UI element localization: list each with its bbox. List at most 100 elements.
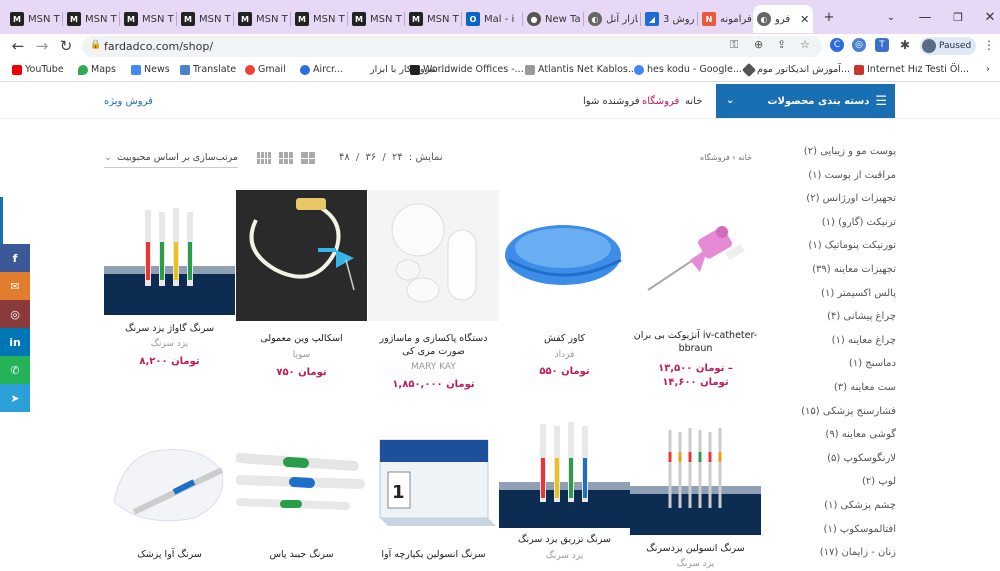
product-image-ava-box[interactable]: 1 xyxy=(368,432,499,544)
sidebar-category[interactable]: تجهیزات اورژانس (۲) xyxy=(756,193,896,217)
product-card[interactable]: سرنگ آوا پزشک xyxy=(104,432,235,568)
product-name[interactable]: کاور کفش xyxy=(499,332,630,345)
sidebar-category[interactable]: مراقبت از پوست (۱) xyxy=(756,170,896,194)
sort-select[interactable]: ⌄ مرتب‌سازی بر اساس محبوبیت xyxy=(104,148,238,168)
tab-10[interactable]: ◐ بازار آنل xyxy=(584,5,638,33)
profile-paused-button[interactable]: Paused xyxy=(920,37,976,55)
sidebar-category[interactable]: چراغ پیشانی (۴) xyxy=(756,311,896,335)
bookmark-atlantis[interactable]: Atlantis Net Kablos... xyxy=(525,64,637,75)
tab-13-active[interactable]: ◐ فرو ✕ xyxy=(753,5,813,33)
product-card[interactable]: کاور کفش فرداد ۵۵۰ تومان xyxy=(499,190,630,390)
tab-11[interactable]: ◢ 3 روش xyxy=(641,5,695,33)
product-name[interactable]: سرنگ انسولین یزدسرنگ xyxy=(630,542,761,555)
product-image-face-massager[interactable] xyxy=(368,190,499,321)
product-image-scalp-vein[interactable] xyxy=(236,190,367,321)
sidebar-category[interactable]: ترنیکت (گارو) (۱) xyxy=(756,217,896,241)
bookmark-translate[interactable]: Translate xyxy=(180,64,236,75)
bookmark-gmail[interactable]: Gmail xyxy=(245,64,286,75)
tab-0[interactable]: M MSN T xyxy=(6,5,60,33)
sidebar-category[interactable]: فشارسنج پزشکی (۱۵) xyxy=(756,406,896,430)
nav-become-seller[interactable]: فروشنده شوا xyxy=(583,96,640,107)
lock-icon[interactable]: 🔒 xyxy=(90,40,101,50)
product-card[interactable]: سرنگ جیبد پاس xyxy=(236,432,367,568)
side-tab[interactable] xyxy=(0,197,3,245)
sidebar-category[interactable]: پوست مو و زیبایی (۲) xyxy=(756,146,896,170)
whatsapp-icon[interactable]: ✆ xyxy=(0,356,30,384)
new-tab-button[interactable]: + xyxy=(814,6,844,28)
bookmark-indicator-tutorial[interactable]: آموزش اندیکاتور موم... xyxy=(741,62,850,77)
reload-icon[interactable]: ↻ xyxy=(56,36,76,56)
nav-home[interactable]: خانه xyxy=(685,96,702,107)
product-card[interactable]: 1 سرنگ انسولین یکپارچه آوا xyxy=(368,432,499,568)
tab-12[interactable]: N فرامونه xyxy=(698,5,752,33)
sidebar-category[interactable]: گوشی معاینه (۹) xyxy=(756,429,896,453)
linkedin-icon[interactable]: in xyxy=(0,328,30,356)
sidebar-category[interactable]: دماسنج (۱) xyxy=(756,358,896,382)
address-bar[interactable]: 🔒 fardadco.com/shop/ ⚿ ⊕ ⇪ ☆ xyxy=(82,36,822,57)
product-card[interactable]: اسکالپ وین معمولی سوپا ۷۵۰ تومان xyxy=(236,190,367,390)
bookmark-speed-test[interactable]: Internet Hız Testi Öl... xyxy=(854,64,969,75)
product-card[interactable]: آنژیوکت بی بران iv-catheter-bbraun ۱۳,۵۰… xyxy=(630,190,761,405)
grid-3-icon[interactable] xyxy=(279,152,293,164)
maximize-button[interactable]: ❐ xyxy=(943,6,973,28)
tab-7[interactable]: M MSN T xyxy=(405,5,459,33)
minimize-button[interactable]: — xyxy=(910,6,940,28)
bookmark-hes-kodu[interactable]: hes kodu - Google... xyxy=(634,64,742,75)
product-image-syringe-stand[interactable] xyxy=(499,418,630,528)
close-window-button[interactable]: ✕ xyxy=(975,6,1000,28)
product-image-shoe-cover[interactable] xyxy=(499,190,630,321)
instagram-icon[interactable]: ◎ xyxy=(0,300,30,328)
per-page-48[interactable]: ۴۸ xyxy=(339,152,350,163)
sidebar-category[interactable]: لوپ (۲) xyxy=(756,476,896,500)
bookmark-maps[interactable]: Maps xyxy=(78,64,116,75)
special-sale-link[interactable]: فروش ویژه xyxy=(104,96,153,107)
tab-1[interactable]: M MSN T xyxy=(63,5,117,33)
product-image-loose-syringes[interactable] xyxy=(236,432,367,544)
key-icon[interactable]: ⚿ xyxy=(730,38,738,52)
close-icon[interactable]: ✕ xyxy=(800,13,809,26)
sidebar-category[interactable]: افتالموسکوپ (۱) xyxy=(756,524,896,548)
product-name[interactable]: اسکالپ وین معمولی xyxy=(236,332,367,345)
extension-translate-icon[interactable]: T xyxy=(875,38,889,52)
bookmark-news[interactable]: News xyxy=(131,64,170,75)
product-image-iv-catheter[interactable] xyxy=(630,190,761,321)
tab-6[interactable]: M MSN T xyxy=(348,5,402,33)
tab-2[interactable]: M MSN T xyxy=(120,5,174,33)
product-name[interactable]: سرنگ جیبد پاس xyxy=(236,548,367,561)
sidebar-category[interactable]: زنان - زایمان (۱۷) xyxy=(756,547,896,571)
sidebar-category[interactable]: تجهیزات معاینه (۳۹) xyxy=(756,264,896,288)
product-categories-button[interactable]: ⌄ دسته بندی محصولات ☰ xyxy=(716,84,895,118)
product-card[interactable]: سرنگ گاواژ یزد سرنگ یزد سرنگ ۸,۲۰۰ تومان xyxy=(104,190,235,370)
sidebar-category[interactable]: تورنیکت پنوماتیک (۱) xyxy=(756,240,896,264)
bookmark-worldwide-offices[interactable]: Worldwide Offices -... xyxy=(410,64,524,75)
tab-9[interactable]: ● New Ta xyxy=(523,5,581,33)
product-name[interactable]: سرنگ گاواژ یزد سرنگ xyxy=(104,322,235,335)
product-name[interactable]: دستگاه پاکسازی و ماساژور صورت مری کی xyxy=(368,332,499,358)
product-name[interactable]: سرنگ تزریق یزد سرنگ xyxy=(499,533,630,546)
telegram-icon[interactable]: ➤ xyxy=(0,384,30,412)
product-image-syringe-stand[interactable] xyxy=(104,190,235,315)
product-image-gloved-hand[interactable] xyxy=(104,432,235,544)
per-page-36[interactable]: ۳۶ xyxy=(365,152,376,163)
product-card[interactable]: دستگاه پاکسازی و ماساژور صورت مری کی MAR… xyxy=(368,190,499,400)
sidebar-category[interactable]: چراغ معاینه (۱) xyxy=(756,335,896,359)
star-icon[interactable]: ☆ xyxy=(800,38,810,51)
url-text[interactable]: fardadco.com/shop/ xyxy=(104,40,213,53)
tab-4[interactable]: M MSN T xyxy=(234,5,288,33)
forward-icon[interactable]: → xyxy=(32,36,52,56)
product-card[interactable]: سرنگ انسولین یزدسرنگ یزد سرنگ xyxy=(630,422,761,569)
zoom-icon[interactable]: ⊕ xyxy=(754,38,763,51)
extensions-puzzle-icon[interactable]: ✱ xyxy=(898,38,912,52)
nav-shop[interactable]: فروشگاه xyxy=(642,96,679,107)
bookmarks-overflow-icon[interactable]: › xyxy=(986,64,990,75)
share-icon[interactable]: ⇪ xyxy=(777,38,786,51)
back-icon[interactable]: ← xyxy=(8,36,28,56)
sidebar-category[interactable]: ست معاینه (۳) xyxy=(756,382,896,406)
tab-3[interactable]: M MSN T xyxy=(177,5,231,33)
grid-2-icon[interactable] xyxy=(301,152,315,164)
grid-4-icon[interactable] xyxy=(257,152,271,164)
tab-5[interactable]: M MSN T xyxy=(291,5,345,33)
bookmark-aircr[interactable]: Aircr... xyxy=(300,64,343,75)
facebook-icon[interactable]: f xyxy=(0,244,30,272)
sidebar-category[interactable]: پالس اکسیمتر (۱) xyxy=(756,288,896,312)
